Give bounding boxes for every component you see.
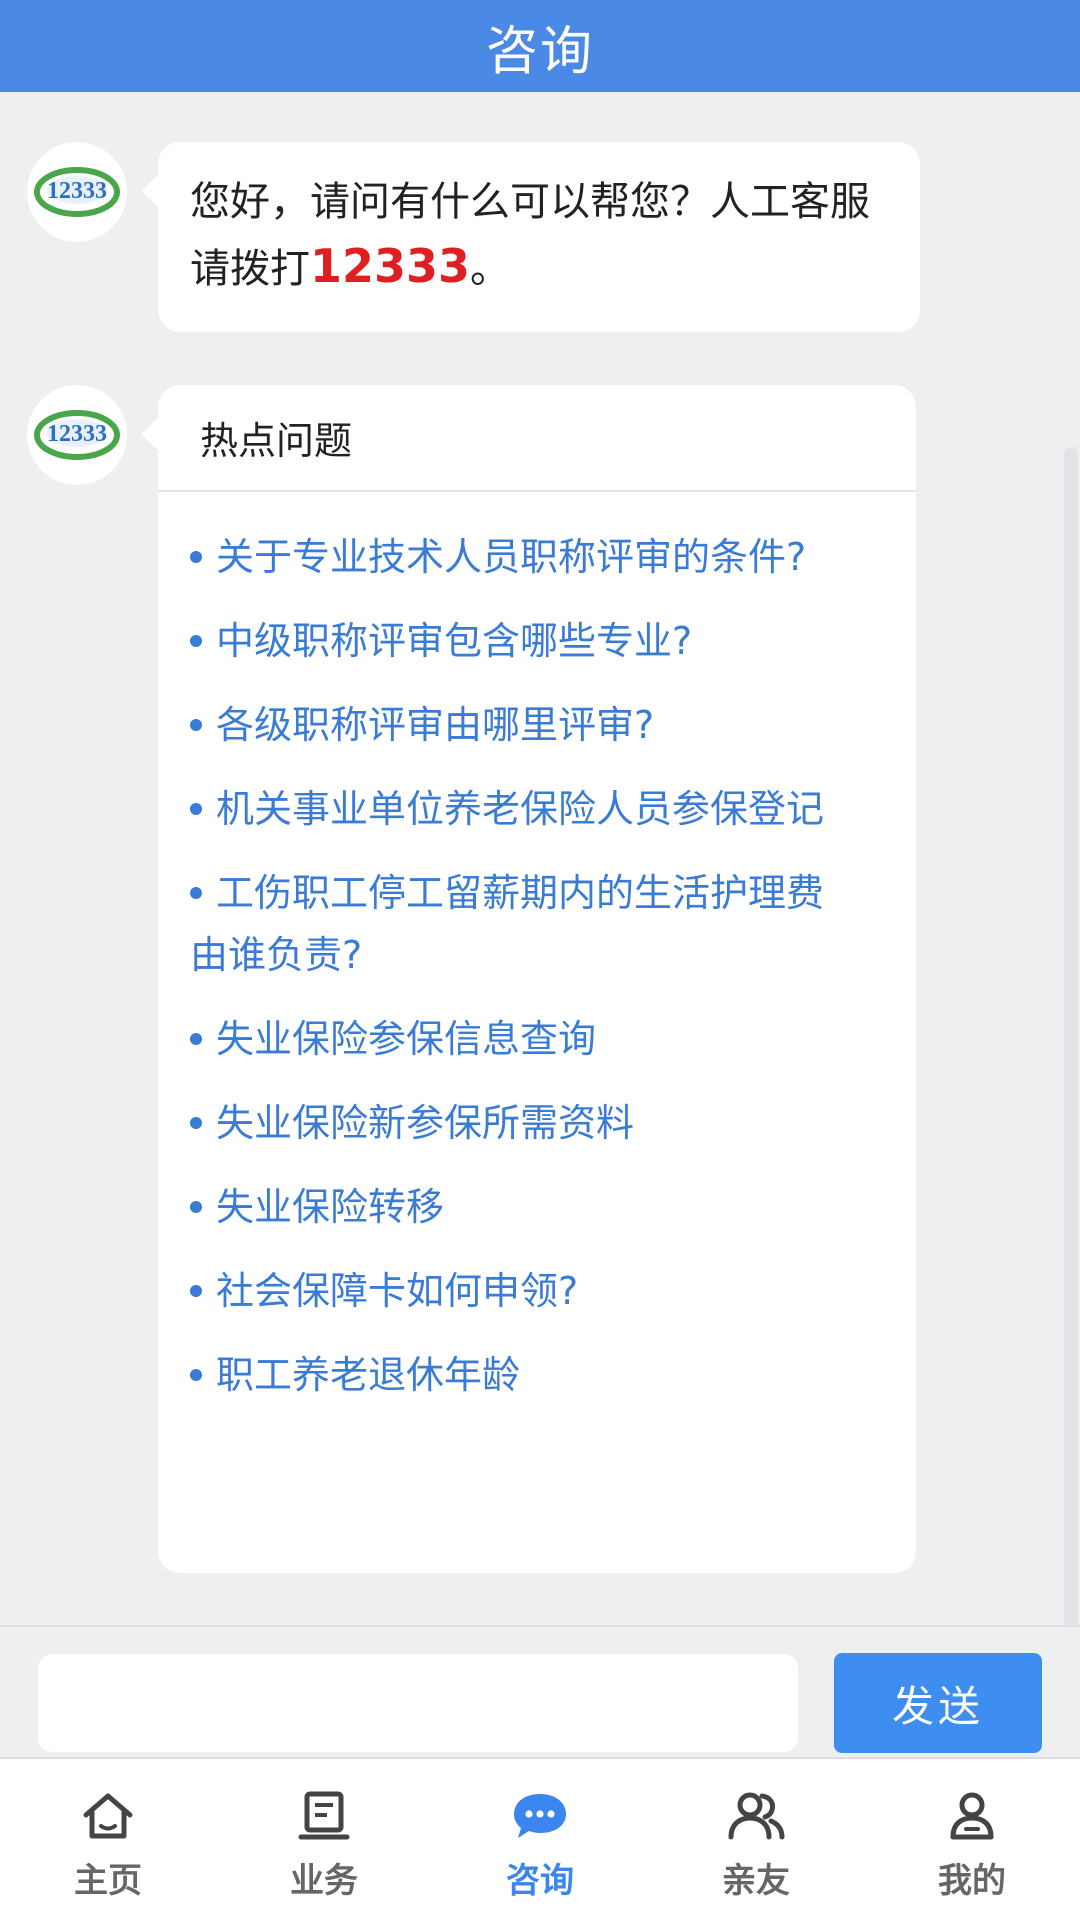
logo-12333-icon: 12333 [34, 167, 120, 217]
hot-question-item[interactable]: 工伤职工停工留薪期内的生活护理费由谁负责? [190, 862, 856, 986]
tab-business[interactable]: 业务 [216, 1759, 432, 1922]
tab-consult[interactable]: 咨询 [432, 1759, 648, 1922]
greeting-message: 您好，请问有什么可以帮您？人工客服请拨打12333。 [141, 142, 920, 332]
tab-friends[interactable]: 亲友 [648, 1759, 864, 1922]
hot-questions-list: 关于专业技术人员职称评审的条件? 中级职称评审包含哪些专业? 各级职称评审由哪里… [158, 492, 916, 1406]
document-icon [298, 1791, 350, 1840]
svg-text:12333: 12333 [47, 178, 107, 204]
hot-question-item[interactable]: 关于专业技术人员职称评审的条件? [190, 526, 856, 588]
scrollbar[interactable] [1064, 447, 1078, 1717]
hot-question-item[interactable]: 中级职称评审包含哪些专业? [190, 610, 856, 672]
hot-questions-title: 热点问题 [158, 385, 916, 492]
svg-text:12333: 12333 [47, 421, 107, 447]
bullet-icon [190, 634, 202, 647]
hot-questions-card: 热点问题 关于专业技术人员职称评审的条件? 中级职称评审包含哪些专业? 各级职称… [141, 385, 916, 1573]
app-header: 咨询 [0, 0, 1080, 92]
bot-avatar: 12333 [27, 385, 127, 485]
bullet-icon [190, 802, 202, 815]
hot-question-item[interactable]: 社会保障卡如何申领? [190, 1260, 856, 1322]
tab-label: 咨询 [506, 1861, 574, 1901]
greeting-text: 您好，请问有什么可以帮您？人工客服请拨打 [190, 179, 870, 292]
bullet-icon [190, 886, 202, 899]
bullet-icon [190, 550, 202, 563]
send-button[interactable]: 发送 [834, 1653, 1042, 1753]
user-icon [950, 1792, 994, 1840]
bullet-icon [190, 1368, 202, 1381]
tab-label: 我的 [938, 1861, 1006, 1901]
bullet-icon [190, 718, 202, 731]
tab-mine[interactable]: 我的 [864, 1759, 1080, 1922]
hot-question-item[interactable]: 失业保险参保信息查询 [190, 1008, 856, 1070]
tab-label: 业务 [290, 1861, 358, 1901]
tab-home[interactable]: 主页 [0, 1759, 216, 1922]
bottom-tab-bar: 主页 业务 咨询 亲友 我的 [0, 1757, 1080, 1922]
message-input-bar: 发送 [0, 1625, 1080, 1759]
hotline-number[interactable]: 12333 [310, 239, 470, 293]
bullet-icon [190, 1032, 202, 1045]
hot-question-item[interactable]: 各级职称评审由哪里评审? [190, 694, 856, 756]
bullet-icon [190, 1200, 202, 1213]
bot-avatar: 12333 [27, 142, 127, 242]
greeting-end: 。 [470, 246, 511, 292]
hot-question-item[interactable]: 职工养老退休年龄 [190, 1344, 856, 1406]
message-input[interactable] [38, 1654, 798, 1752]
hot-question-item[interactable]: 失业保险转移 [190, 1176, 856, 1238]
page-title: 咨询 [485, 21, 594, 82]
tab-label: 亲友 [722, 1861, 790, 1901]
logo-12333-icon: 12333 [34, 410, 120, 460]
friends-icon [728, 1792, 785, 1840]
bullet-icon [190, 1116, 202, 1129]
bullet-icon [190, 1284, 202, 1297]
chat-icon [514, 1794, 566, 1838]
home-icon [83, 1793, 133, 1839]
tab-label: 主页 [74, 1861, 142, 1901]
hot-question-item[interactable]: 机关事业单位养老保险人员参保登记 [190, 778, 856, 840]
hot-question-item[interactable]: 失业保险新参保所需资料 [190, 1092, 856, 1154]
